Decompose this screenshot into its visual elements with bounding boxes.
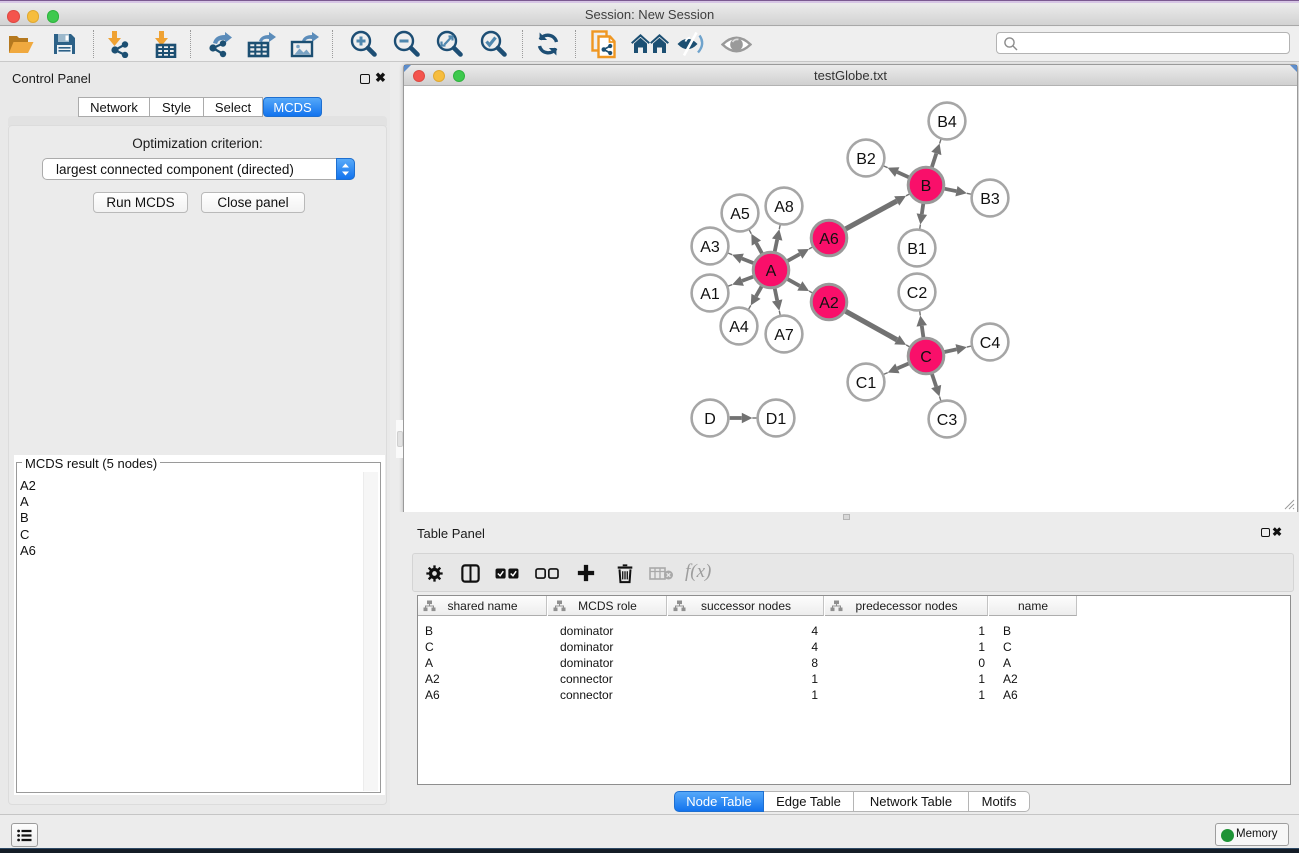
svg-text:B1: B1 [907, 241, 927, 258]
svg-text:A: A [766, 263, 777, 280]
svg-text:A5: A5 [730, 206, 750, 223]
svg-text:B: B [921, 178, 932, 195]
svg-text:A7: A7 [774, 327, 794, 344]
svg-text:C2: C2 [907, 285, 928, 302]
svg-text:B2: B2 [856, 151, 876, 168]
svg-text:A1: A1 [700, 286, 720, 303]
svg-text:D: D [704, 411, 716, 428]
svg-text:A4: A4 [729, 319, 749, 336]
svg-text:C3: C3 [937, 412, 958, 429]
svg-text:A3: A3 [700, 239, 720, 256]
svg-text:A8: A8 [774, 199, 794, 216]
svg-text:D1: D1 [766, 411, 787, 428]
svg-text:A2: A2 [819, 295, 839, 312]
svg-text:C: C [920, 349, 932, 366]
svg-text:B3: B3 [980, 191, 1000, 208]
svg-text:C4: C4 [980, 335, 1001, 352]
svg-text:A6: A6 [819, 231, 839, 248]
svg-text:B4: B4 [937, 114, 957, 131]
svg-text:C1: C1 [856, 375, 877, 392]
